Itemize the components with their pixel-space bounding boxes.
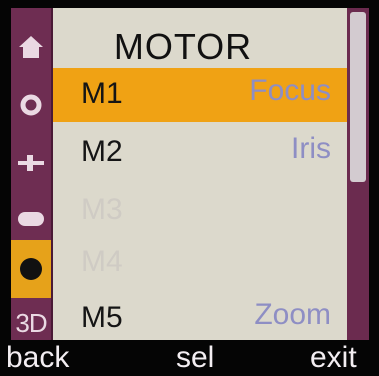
motor-row-m5[interactable]: M5 Zoom	[53, 292, 347, 346]
pill-icon	[18, 212, 44, 226]
softkey-bar: back sel exit	[0, 340, 379, 376]
motor-row-m1[interactable]: M1 Focus	[53, 68, 347, 122]
rail-item-circle[interactable]	[11, 80, 51, 130]
motor-name: Zoom	[254, 298, 331, 331]
rail-item-dot[interactable]	[11, 240, 51, 298]
rail-item-slider[interactable]	[11, 138, 51, 188]
motor-row-m2[interactable]: M2 Iris	[53, 126, 347, 180]
motor-code: M3	[81, 193, 123, 226]
motor-code: M4	[81, 245, 123, 278]
motor-row-m3: M3	[53, 184, 347, 238]
back-softkey[interactable]: back	[6, 341, 69, 375]
motor-code: M1	[81, 77, 123, 110]
motor-name: Iris	[291, 132, 331, 165]
motor-list-panel: MOTOR M1 Focus M2 Iris M3 M4 M5 Zoom	[53, 8, 347, 340]
circle-outline-icon	[20, 94, 42, 116]
menu-icon-rail: 3D	[11, 8, 53, 340]
motor-code: M5	[81, 301, 123, 334]
select-softkey[interactable]: sel	[176, 341, 214, 375]
filled-dot-icon	[20, 258, 42, 280]
camera-menu-screen: 3D MOTOR M1 Focus M2 Iris M3 M4 M5 Zoom	[0, 0, 379, 376]
scrollbar-thumb[interactable]	[350, 12, 366, 182]
rail-3d-label: 3D	[15, 307, 47, 338]
exit-softkey[interactable]: exit	[310, 341, 357, 375]
scrollbar[interactable]	[347, 8, 369, 340]
rail-item-home[interactable]	[11, 22, 51, 72]
rail-item-pill[interactable]	[11, 194, 51, 244]
page-title: MOTOR	[113, 26, 253, 67]
motor-code: M2	[81, 135, 123, 168]
home-icon	[19, 36, 43, 58]
motor-name: Focus	[249, 74, 331, 107]
slider-icon	[18, 155, 44, 171]
motor-row-m4: M4	[53, 236, 347, 290]
